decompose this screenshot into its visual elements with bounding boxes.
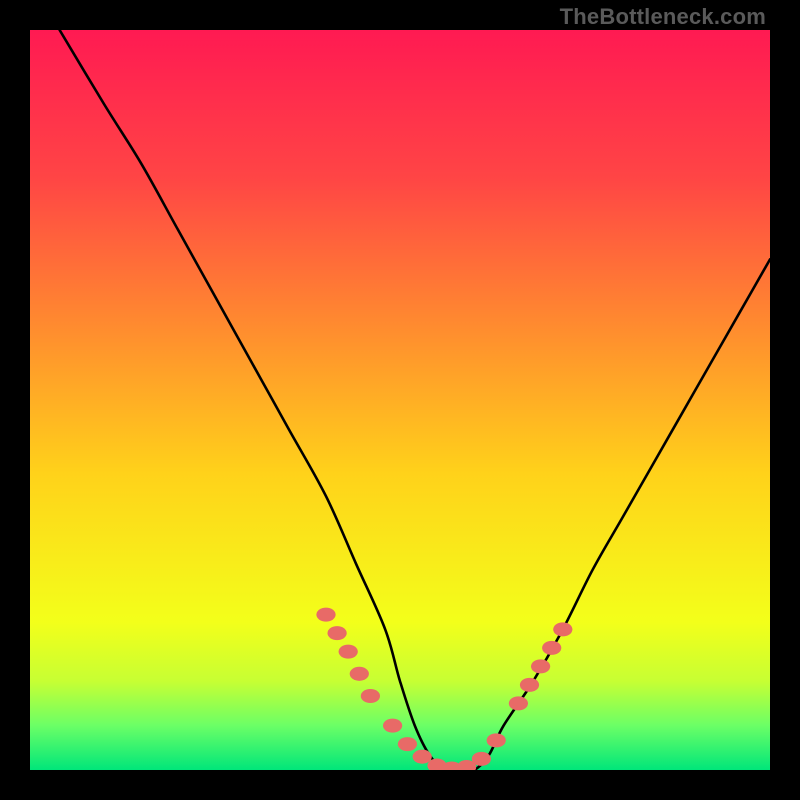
bottleneck-curve (60, 30, 770, 770)
bottleneck-dot (413, 750, 432, 764)
plot-frame (30, 30, 770, 770)
bottleneck-dot (339, 645, 358, 659)
bottleneck-dot (487, 733, 506, 747)
bottleneck-dot (361, 689, 380, 703)
bottleneck-dot (553, 622, 572, 636)
bottleneck-dot (531, 659, 550, 673)
bottleneck-dot (383, 719, 402, 733)
bottleneck-dots-group (316, 608, 572, 770)
bottleneck-dot (520, 678, 539, 692)
curve-layer (30, 30, 770, 770)
bottleneck-dot (316, 608, 335, 622)
bottleneck-dot (472, 752, 491, 766)
watermark-text: TheBottleneck.com (560, 4, 766, 30)
bottleneck-dot (327, 626, 346, 640)
bottleneck-dot (509, 696, 528, 710)
bottleneck-dot (542, 641, 561, 655)
bottleneck-dot (350, 667, 369, 681)
bottleneck-dot (398, 737, 417, 751)
